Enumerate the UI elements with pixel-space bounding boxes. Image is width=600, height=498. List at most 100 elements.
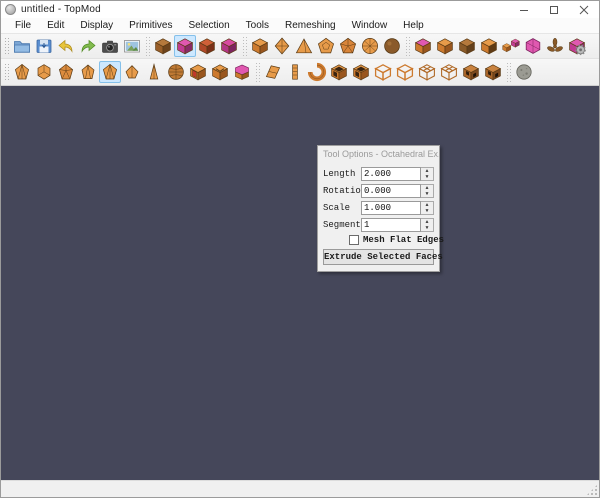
tool-bevel-slab-button[interactable] xyxy=(262,61,284,83)
tool-options-body: Length▲▼Rotation▲▼Scale▲▼Segments▲▼ Mesh… xyxy=(318,162,439,271)
primitive-icosahedron-button[interactable] xyxy=(337,35,359,57)
undo-button[interactable] xyxy=(55,35,77,57)
object-double-cube-button[interactable] xyxy=(500,35,522,57)
object-gear-cube-button[interactable] xyxy=(566,35,588,57)
object-orange-cube-button[interactable] xyxy=(434,35,456,57)
rotation-input[interactable] xyxy=(361,184,421,198)
menu-item-display[interactable]: Display xyxy=(72,19,121,32)
close-button[interactable] xyxy=(569,1,599,18)
mode-pink-cube-button[interactable] xyxy=(174,35,196,57)
menu-item-file[interactable]: File xyxy=(7,19,39,32)
tool-hole-cube-2-icon xyxy=(483,62,503,82)
extrude-icosahedral-button[interactable] xyxy=(77,61,99,83)
open-file-button[interactable] xyxy=(11,35,33,57)
segments-spin-down-button[interactable]: ▼ xyxy=(421,225,433,231)
viewport-3d[interactable]: Tool Options - Octahedral Ex... Length▲▼… xyxy=(1,86,599,480)
scale-input[interactable] xyxy=(361,201,421,215)
primitive-dodecahedron-button[interactable] xyxy=(315,35,337,57)
tool-options-panel: Tool Options - Octahedral Ex... Length▲▼… xyxy=(317,145,440,272)
segments-label: Segments xyxy=(323,220,361,230)
tool-hole-cube-1-button[interactable] xyxy=(460,61,482,83)
mode-red-cube-icon xyxy=(197,36,217,56)
extrude-dodecahedral-icon xyxy=(56,62,76,82)
primitive-sphere-button[interactable] xyxy=(381,35,403,57)
toolbar-separator xyxy=(242,36,247,56)
redo-button[interactable] xyxy=(77,35,99,57)
extrude-double-stellate-button[interactable] xyxy=(143,61,165,83)
tool-column-button[interactable] xyxy=(284,61,306,83)
menu-item-selection[interactable]: Selection xyxy=(181,19,238,32)
primitive-dodecahedron-icon xyxy=(316,36,336,56)
object-dark-face-cube-button[interactable] xyxy=(478,35,500,57)
extrude-doo-sabin-button[interactable] xyxy=(11,61,33,83)
tool-spiral-icon xyxy=(307,62,327,82)
app-window: untitled - TopMod FileEditDisplayPrimiti… xyxy=(0,0,600,498)
window-title: untitled - TopMod xyxy=(21,4,101,15)
save-file-button[interactable] xyxy=(33,35,55,57)
extrude-octahedral-icon xyxy=(100,62,120,82)
length-input[interactable] xyxy=(361,167,421,181)
tool-rock-button[interactable] xyxy=(513,61,535,83)
extrude-cubical-icon xyxy=(34,62,54,82)
tool-v-face-cube-button[interactable] xyxy=(209,61,231,83)
tool-spiral-button[interactable] xyxy=(306,61,328,83)
mesh-flat-edges-checkbox[interactable] xyxy=(349,235,359,245)
menu-item-help[interactable]: Help xyxy=(395,19,432,32)
extrude-dome-button[interactable] xyxy=(165,61,187,83)
maximize-button[interactable] xyxy=(539,1,569,18)
mode-magenta-cube-button[interactable] xyxy=(218,35,240,57)
tool-pink-hex-prism-button[interactable] xyxy=(231,61,253,83)
menu-item-edit[interactable]: Edit xyxy=(39,19,72,32)
menu-item-remeshing[interactable]: Remeshing xyxy=(277,19,344,32)
minimize-button[interactable] xyxy=(509,1,539,18)
tool-hollow-cube-1-button[interactable] xyxy=(328,61,350,83)
tool-hole-cube-2-button[interactable] xyxy=(482,61,504,83)
tool-wireframe-cube-2-button[interactable] xyxy=(394,61,416,83)
open-file-icon xyxy=(12,36,32,56)
length-spin-down-button[interactable]: ▼ xyxy=(421,174,433,180)
rotation-spin-down-button[interactable]: ▼ xyxy=(421,191,433,197)
object-propeller-button[interactable] xyxy=(544,35,566,57)
tool-hollow-cube-2-button[interactable] xyxy=(350,61,372,83)
tool-wireframe-cube-1-button[interactable] xyxy=(372,61,394,83)
primitive-icosahedron-icon xyxy=(338,36,358,56)
resize-grip[interactable] xyxy=(586,484,598,496)
menu-item-primitives[interactable]: Primitives xyxy=(121,19,180,32)
window-controls xyxy=(509,1,599,18)
primitive-octahedron-button[interactable] xyxy=(271,35,293,57)
toolbar-drag-handle[interactable] xyxy=(4,63,9,81)
tool-red-face-cube-button[interactable] xyxy=(187,61,209,83)
primitive-geodesic-sphere-button[interactable] xyxy=(359,35,381,57)
object-pink-dodecahedron-icon xyxy=(523,36,543,56)
extrude-cubical-button[interactable] xyxy=(33,61,55,83)
object-brown-cube-button[interactable] xyxy=(456,35,478,57)
tool-options-title: Tool Options - Octahedral Ex... xyxy=(323,149,439,159)
tool-wireframe-cube-4-button[interactable] xyxy=(438,61,460,83)
object-propeller-icon xyxy=(545,36,565,56)
scale-spin-down-button[interactable]: ▼ xyxy=(421,208,433,214)
tool-options-titlebar: Tool Options - Octahedral Ex... xyxy=(318,146,439,162)
menu-item-window[interactable]: Window xyxy=(344,19,396,32)
extrude-selected-faces-button[interactable]: Extrude Selected Faces xyxy=(323,249,434,265)
object-pink-orange-cube-button[interactable] xyxy=(412,35,434,57)
toolbar-separator xyxy=(255,62,260,82)
mode-brown-cube-button[interactable] xyxy=(152,35,174,57)
mode-red-cube-button[interactable] xyxy=(196,35,218,57)
object-pink-dodecahedron-button[interactable] xyxy=(522,35,544,57)
scale-label: Scale xyxy=(323,203,361,213)
extrude-octahedral-button[interactable] xyxy=(99,61,121,83)
extrude-dodecahedral-button[interactable] xyxy=(55,61,77,83)
menu-item-tools[interactable]: Tools xyxy=(238,19,277,32)
primitive-cube-button[interactable] xyxy=(249,35,271,57)
toolbar-drag-handle[interactable] xyxy=(4,37,9,55)
screenshot-viewport-button[interactable] xyxy=(121,35,143,57)
extrude-stellate-button[interactable] xyxy=(121,61,143,83)
segments-input[interactable] xyxy=(361,218,421,232)
tool-wireframe-cube-3-button[interactable] xyxy=(416,61,438,83)
screenshot-camera-button[interactable] xyxy=(99,35,121,57)
primitive-tetrahedron-button[interactable] xyxy=(293,35,315,57)
app-icon xyxy=(5,4,16,15)
screenshot-viewport-icon xyxy=(122,36,142,56)
tool-hollow-cube-2-icon xyxy=(351,62,371,82)
extrude-stellate-icon xyxy=(122,62,142,82)
